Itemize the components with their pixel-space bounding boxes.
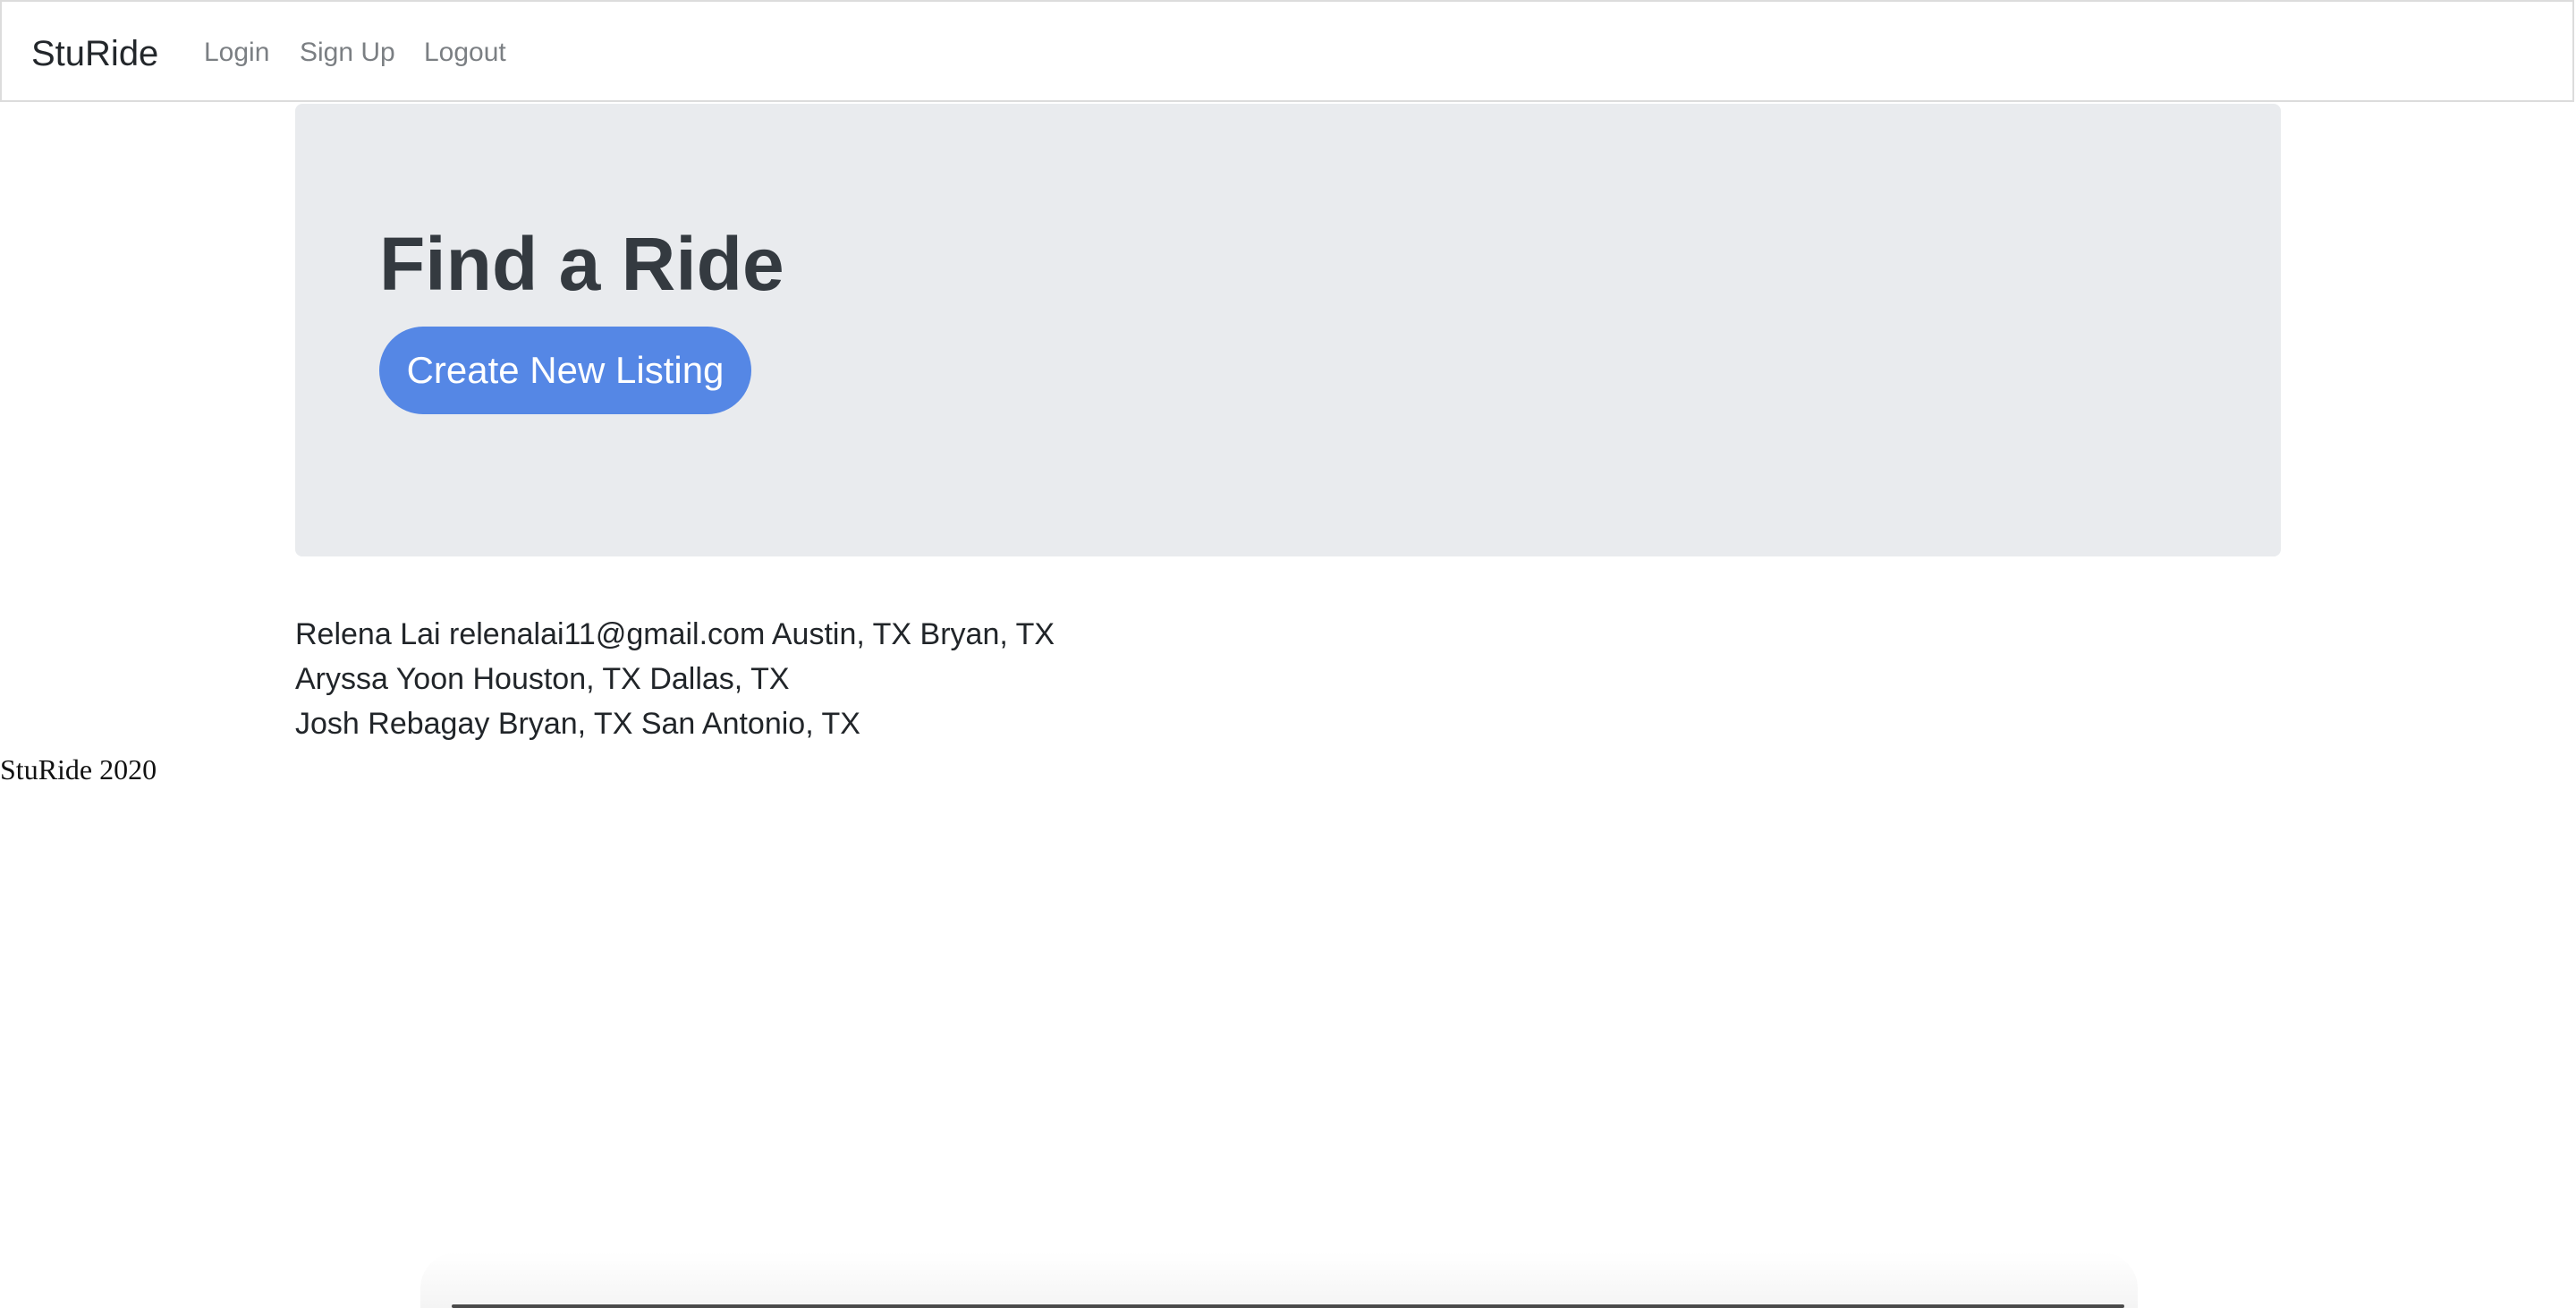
- listing-email: relenalai11@gmail.com: [449, 617, 766, 651]
- bottom-panel-edge: [452, 1304, 2124, 1308]
- brand-link[interactable]: StuRide: [31, 32, 158, 75]
- listing-origin: Bryan, TX: [497, 707, 633, 741]
- listing-name: Josh Rebagay: [295, 707, 490, 741]
- bottom-panel-shadow: [420, 1253, 2138, 1308]
- hero-jumbotron: Find a Ride Create New Listing: [295, 104, 2281, 556]
- page-title: Find a Ride: [379, 222, 784, 306]
- listing-origin: Houston, TX: [472, 662, 641, 696]
- top-navbar: StuRide Login Sign Up Logout: [0, 0, 2574, 102]
- listing-name: Relena Lai: [295, 617, 441, 651]
- listing-item: Aryssa Yoon Houston, TX Dallas, TX: [295, 657, 1055, 701]
- listing-destination: Dallas, TX: [649, 662, 790, 696]
- listing-item: Relena Lai relenalai11@gmail.com Austin,…: [295, 612, 1055, 657]
- ride-listings: Relena Lai relenalai11@gmail.com Austin,…: [295, 612, 1055, 746]
- nav-logout-link[interactable]: Logout: [424, 36, 506, 70]
- listing-name: Aryssa Yoon: [295, 662, 465, 696]
- listing-item: Josh Rebagay Bryan, TX San Antonio, TX: [295, 701, 1055, 746]
- nav-login-link[interactable]: Login: [204, 36, 269, 70]
- site-footer: StuRide 2020: [0, 753, 157, 786]
- listing-destination: Bryan, TX: [919, 617, 1055, 651]
- listing-destination: San Antonio, TX: [640, 707, 860, 741]
- listing-origin: Austin, TX: [771, 617, 912, 651]
- create-new-listing-button[interactable]: Create New Listing: [379, 327, 751, 414]
- nav-signup-link[interactable]: Sign Up: [300, 36, 395, 70]
